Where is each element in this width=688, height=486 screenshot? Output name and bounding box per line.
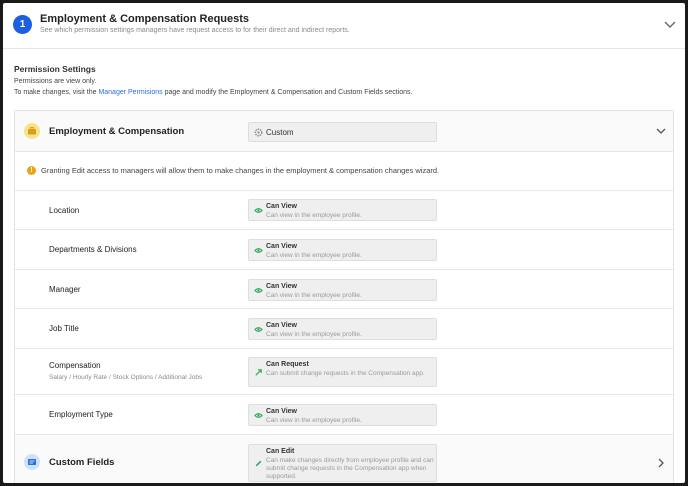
warning-icon: ! <box>27 166 36 175</box>
permission-settings-title: Permission Settings <box>14 64 96 74</box>
permission-description: Can view in the employee profile. <box>266 252 362 259</box>
permission-name: Can View <box>266 322 297 329</box>
gear-icon <box>254 128 263 137</box>
step-subtitle: See which permission settings managers h… <box>40 27 350 34</box>
instructions-suffix: page and modify the Employment & Compens… <box>162 89 413 96</box>
eye-icon <box>254 327 263 332</box>
permission-can-view: Can View Can view in the employee profil… <box>248 239 437 261</box>
briefcase-icon <box>24 123 40 139</box>
instructions-prefix: To make changes, visit the <box>14 89 99 96</box>
field-row-compensation: Compensation Salary / Hourly Rate / Stoc… <box>15 349 673 395</box>
permissions-card: Employment & Compensation Custom ! Grant… <box>14 110 674 483</box>
request-arrow-icon <box>255 369 262 376</box>
field-sublabel: Salary / Hourly Rate / Stock Options / A… <box>49 374 203 381</box>
permission-settings-note: Permissions are view only. <box>14 78 97 85</box>
permission-name: Can Edit <box>266 448 295 455</box>
permission-can-view: Can View Can view in the employee profil… <box>248 318 437 340</box>
permission-can-view: Can View Can view in the employee profil… <box>248 279 437 301</box>
permission-settings-instructions: To make changes, visit the Manager Permi… <box>14 89 412 96</box>
field-label: Job Title <box>49 324 79 333</box>
custom-fields-section-header[interactable]: Custom Fields Can Edit Can make changes … <box>15 435 673 483</box>
field-row-manager: Manager Can View Can view in the employe… <box>15 270 673 309</box>
permission-description: Can view in the employee profile. <box>266 292 362 299</box>
permission-name: Can View <box>266 408 297 415</box>
warning-text: Granting Edit access to managers will al… <box>41 166 440 175</box>
permission-can-request: Can Request Can submit change requests i… <box>248 357 437 387</box>
permission-name: Can View <box>266 283 297 290</box>
permission-name: Can Request <box>266 361 309 368</box>
permission-name: Can View <box>266 203 297 210</box>
edit-access-warning: ! Granting Edit access to managers will … <box>15 152 673 191</box>
eye-icon <box>254 288 263 293</box>
employment-compensation-select[interactable]: Custom <box>248 122 437 142</box>
field-row-employment-type: Employment Type Can View Can view in the… <box>15 395 673 435</box>
field-row-job-title: Job Title Can View Can view in the emplo… <box>15 309 673 349</box>
step-header[interactable]: 1 Employment & Compensation Requests See… <box>3 3 685 49</box>
permission-can-view: Can View Can view in the employee profil… <box>248 404 437 426</box>
field-row-departments-divisions: Departments & Divisions Can View Can vie… <box>15 230 673 270</box>
select-value: Custom <box>266 128 294 137</box>
employment-compensation-label: Employment & Compensation <box>49 126 185 137</box>
step-number-badge: 1 <box>13 15 32 34</box>
field-label: Compensation <box>49 361 101 370</box>
eye-icon <box>254 208 263 213</box>
custom-fields-label: Custom Fields <box>49 457 115 468</box>
permission-description: Can submit change requests in the Compen… <box>266 370 425 377</box>
chevron-down-icon[interactable] <box>663 17 677 31</box>
eye-icon <box>254 413 263 418</box>
field-label: Employment Type <box>49 410 113 419</box>
field-label: Departments & Divisions <box>49 245 137 254</box>
step-title: Employment & Compensation Requests <box>40 13 250 25</box>
field-label: Location <box>49 206 80 215</box>
permissions-panel: 1 Employment & Compensation Requests See… <box>3 3 685 483</box>
chevron-down-icon[interactable] <box>655 125 667 137</box>
permission-can-view: Can View Can view in the employee profil… <box>248 199 437 221</box>
permission-description: Can make changes directly from employee … <box>266 457 434 480</box>
field-label: Manager <box>49 285 81 294</box>
custom-fields-icon <box>24 454 40 470</box>
permission-can-edit: Can Edit Can make changes directly from … <box>248 444 437 482</box>
manager-permissions-link[interactable]: Manager Permisions <box>98 89 162 96</box>
field-row-location: Location Can View Can view in the employ… <box>15 191 673 230</box>
permission-name: Can View <box>266 243 297 250</box>
chevron-right-icon[interactable] <box>655 457 667 469</box>
permission-description: Can view in the employee profile. <box>266 212 362 219</box>
permission-description: Can view in the employee profile. <box>266 417 362 424</box>
permission-description: Can view in the employee profile. <box>266 331 362 338</box>
pencil-icon <box>255 460 262 467</box>
employment-compensation-section-header[interactable]: Employment & Compensation Custom <box>15 111 673 152</box>
eye-icon <box>254 248 263 253</box>
